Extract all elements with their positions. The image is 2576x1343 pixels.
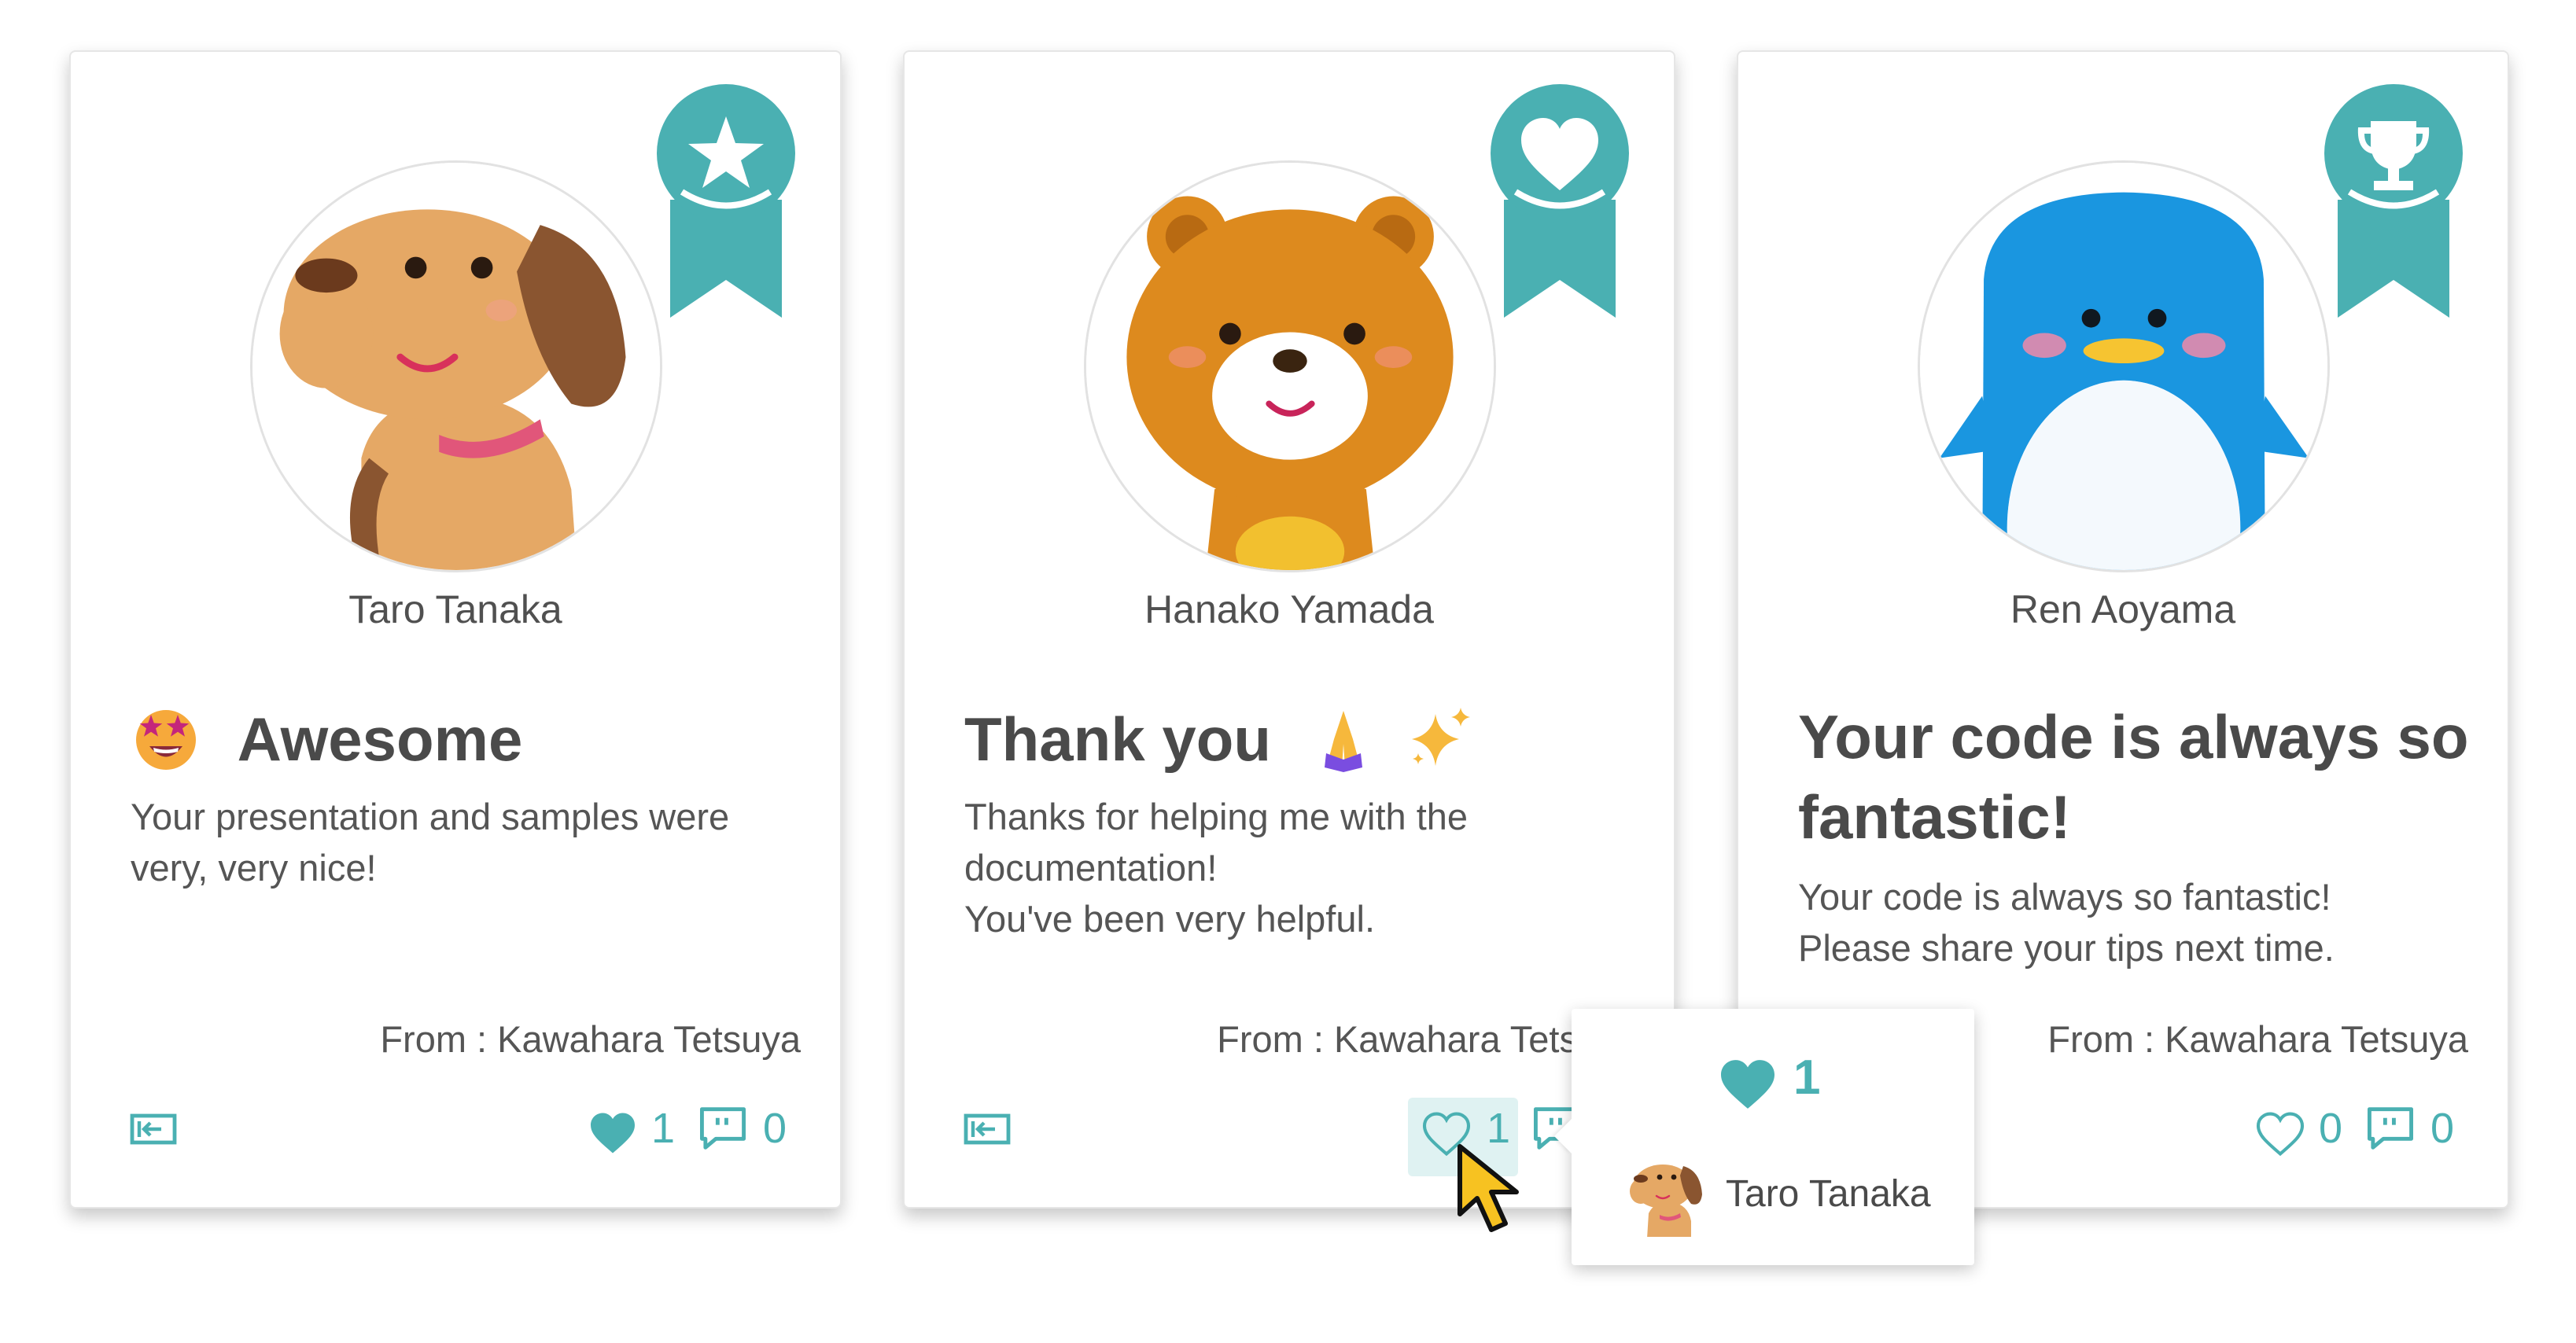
folded-hands-emoji bbox=[1324, 711, 1362, 773]
avatar bbox=[1918, 160, 2330, 572]
likes-popup: 1 Taro Tanaka bbox=[1554, 1009, 1974, 1265]
comment-icon[interactable] bbox=[698, 1106, 747, 1151]
sender: From : Kawahara Tetsuya bbox=[2047, 1018, 2468, 1060]
recipient-name: Taro Tanaka bbox=[348, 587, 562, 631]
kudos-title: Your code is always so fantastic! bbox=[1798, 702, 2469, 852]
star-struck-emoji bbox=[136, 710, 196, 771]
popup-user-name: Taro Tanaka bbox=[1726, 1173, 1931, 1215]
share-icon[interactable] bbox=[129, 1113, 178, 1145]
heart-outline-icon[interactable] bbox=[2256, 1112, 2305, 1156]
sender: From : Kawahara Tetsuya bbox=[380, 1018, 801, 1060]
kudos-message: Your presentation and samples were very,… bbox=[131, 796, 730, 889]
kudos-title-text: Awesome bbox=[237, 705, 523, 774]
avatar bbox=[250, 160, 662, 572]
kudos-card[interactable]: Hanako Yamada Thank you Thanks for helpi… bbox=[903, 50, 1675, 1209]
kudos-card[interactable]: Taro Tanaka Awesome Your presentation an… bbox=[69, 50, 842, 1209]
recipient-name: Hanako Yamada bbox=[1144, 587, 1434, 631]
sender: From : Kawahara Tets bbox=[1217, 1018, 1578, 1060]
avatar bbox=[1084, 160, 1496, 572]
badge-ribbon bbox=[654, 82, 798, 338]
kudos-title: Thank you bbox=[964, 697, 1641, 782]
comment-count: 0 bbox=[763, 1105, 787, 1152]
mouse-pointer-icon bbox=[1458, 1144, 1519, 1232]
heart-icon[interactable] bbox=[588, 1111, 637, 1155]
comment-icon[interactable] bbox=[2366, 1106, 2415, 1151]
dog-avatar bbox=[252, 163, 660, 570]
recipient-name: Ren Aoyama bbox=[2010, 587, 2236, 631]
like-count: 1 bbox=[651, 1105, 676, 1152]
share-icon[interactable] bbox=[963, 1113, 1012, 1145]
comment-count: 0 bbox=[2430, 1105, 2455, 1152]
kudos-message: Thanks for helping me with the documenta… bbox=[964, 796, 1469, 940]
kudos-message: Your code is always so fantastic! Please… bbox=[1798, 876, 2335, 969]
penguin-avatar bbox=[1920, 163, 2327, 570]
kudos-title: Awesome bbox=[131, 697, 807, 782]
badge-ribbon bbox=[1488, 82, 1631, 338]
sparkles-emoji bbox=[1412, 708, 1471, 767]
kudos-title-text: Thank you bbox=[964, 705, 1272, 774]
popup-arrow bbox=[1554, 1119, 1572, 1154]
popup-like-count: 1 bbox=[1793, 1050, 1821, 1105]
dog-avatar-small bbox=[1630, 1165, 1702, 1237]
badge-ribbon bbox=[2322, 82, 2465, 338]
heart-icon bbox=[1718, 1058, 1778, 1111]
bear-avatar bbox=[1086, 163, 1494, 570]
like-count: 0 bbox=[2319, 1105, 2343, 1152]
